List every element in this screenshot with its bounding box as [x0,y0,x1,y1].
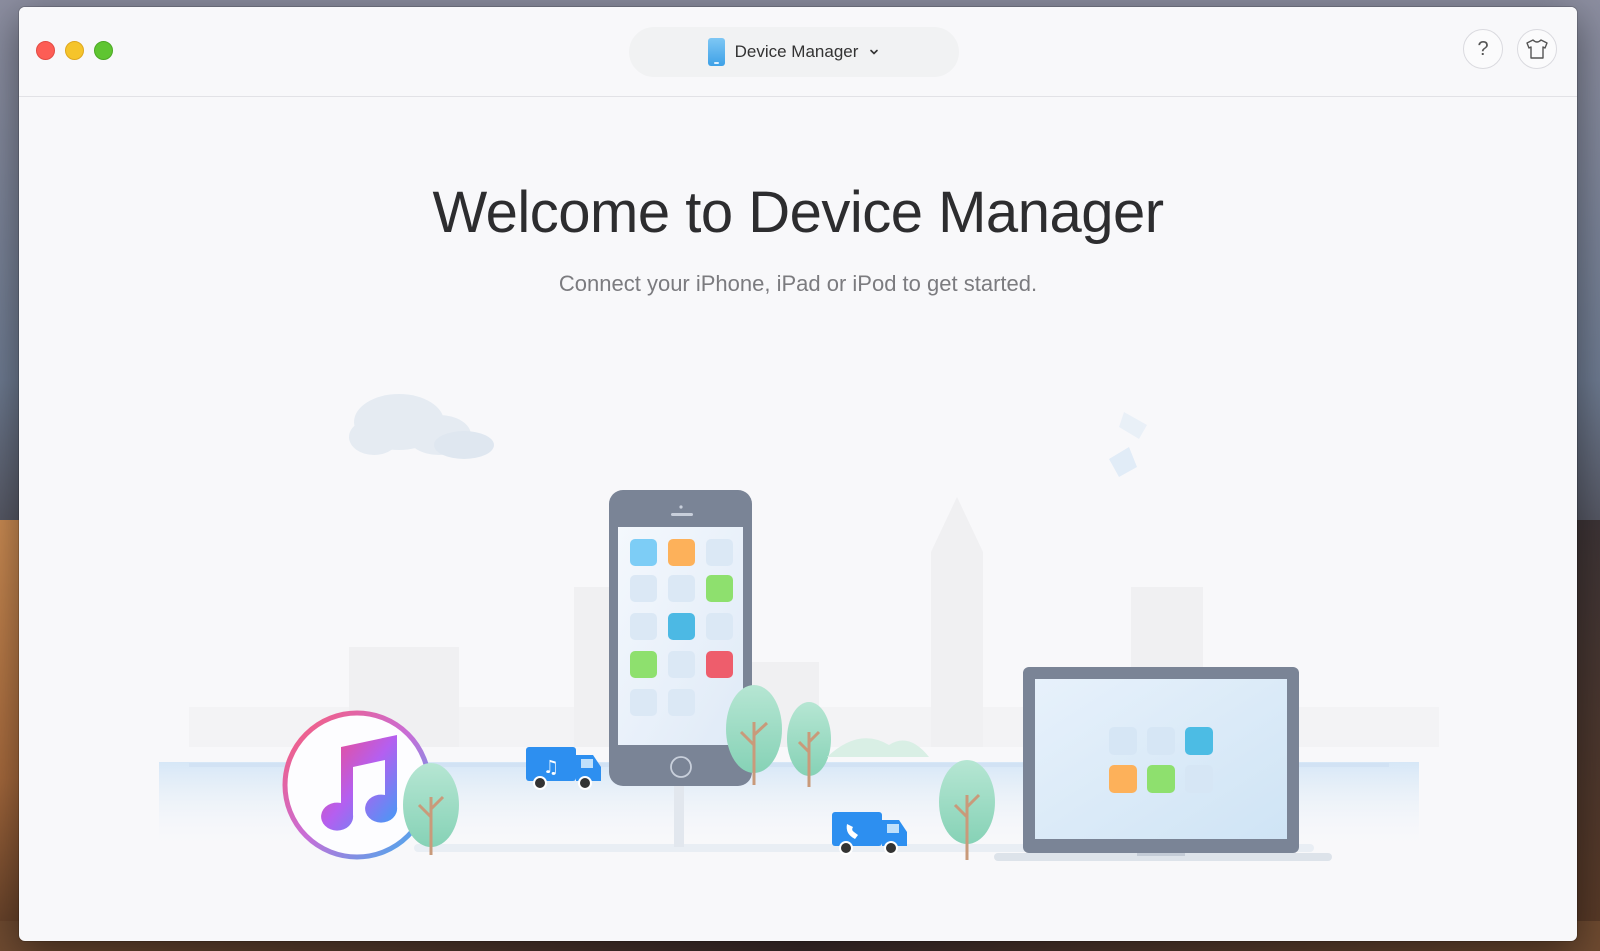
help-button[interactable]: ? [1463,29,1503,69]
title-bar: Device Manager ? [19,7,1577,97]
zoom-window-button[interactable] [94,41,113,60]
chevron-down-icon [870,49,879,55]
laptop-illustration [994,667,1332,861]
minimize-window-button[interactable] [65,41,84,60]
device-selector[interactable]: Device Manager [629,27,959,77]
app-window: Device Manager ? Welcome to Device Manag… [19,7,1577,941]
tshirt-icon [1526,39,1548,59]
iphone-icon [707,38,725,66]
question-icon: ? [1477,37,1489,60]
cloud-left [349,394,494,459]
svg-text:♫: ♫ [543,757,559,778]
device-selector-label: Device Manager [734,42,859,61]
close-window-button[interactable] [36,41,55,60]
welcome-title: Welcome to Device Manager [432,180,1164,245]
welcome-subtitle: Connect your iPhone, iPad or iPod to get… [558,271,1038,296]
skin-button[interactable] [1517,29,1557,69]
cloud-right [1109,412,1147,477]
connect-illustration: ♫ [159,394,1439,861]
